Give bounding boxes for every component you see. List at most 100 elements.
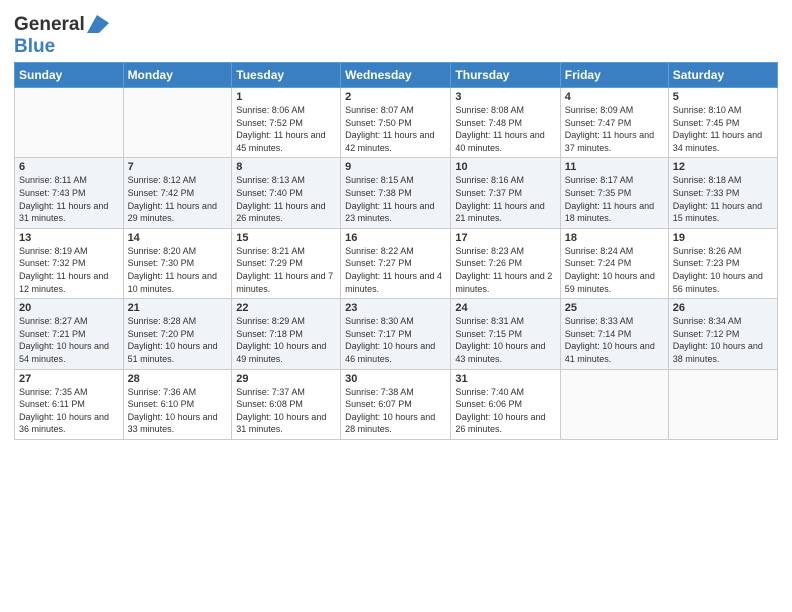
calendar-day-12: 12Sunrise: 8:18 AMSunset: 7:33 PMDayligh… [668,158,777,228]
calendar-week-row: 1Sunrise: 8:06 AMSunset: 7:52 PMDaylight… [15,88,778,158]
calendar-day-28: 28Sunrise: 7:36 AMSunset: 6:10 PMDayligh… [123,369,232,439]
day-number: 8 [236,161,336,173]
day-info: Sunrise: 7:37 AMSunset: 6:08 PMDaylight:… [236,386,336,436]
day-info: Sunrise: 8:33 AMSunset: 7:14 PMDaylight:… [565,315,664,365]
weekday-header-friday: Friday [560,63,668,88]
weekday-header-wednesday: Wednesday [341,63,451,88]
day-info: Sunrise: 8:31 AMSunset: 7:15 PMDaylight:… [455,315,555,365]
day-number: 4 [565,91,664,103]
day-info: Sunrise: 8:10 AMSunset: 7:45 PMDaylight:… [673,104,773,154]
calendar-empty-cell [668,369,777,439]
day-number: 24 [455,302,555,314]
day-number: 14 [128,232,228,244]
calendar-day-1: 1Sunrise: 8:06 AMSunset: 7:52 PMDaylight… [232,88,341,158]
day-info: Sunrise: 8:06 AMSunset: 7:52 PMDaylight:… [236,104,336,154]
day-info: Sunrise: 8:18 AMSunset: 7:33 PMDaylight:… [673,174,773,224]
day-info: Sunrise: 8:23 AMSunset: 7:26 PMDaylight:… [455,245,555,295]
calendar-day-11: 11Sunrise: 8:17 AMSunset: 7:35 PMDayligh… [560,158,668,228]
calendar-day-13: 13Sunrise: 8:19 AMSunset: 7:32 PMDayligh… [15,228,124,298]
calendar-empty-cell [123,88,232,158]
day-info: Sunrise: 8:15 AMSunset: 7:38 PMDaylight:… [345,174,446,224]
day-info: Sunrise: 8:08 AMSunset: 7:48 PMDaylight:… [455,104,555,154]
day-number: 7 [128,161,228,173]
calendar-day-24: 24Sunrise: 8:31 AMSunset: 7:15 PMDayligh… [451,299,560,369]
day-number: 12 [673,161,773,173]
header: General Blue [14,10,778,58]
day-number: 25 [565,302,664,314]
weekday-header-row: SundayMondayTuesdayWednesdayThursdayFrid… [15,63,778,88]
weekday-header-thursday: Thursday [451,63,560,88]
day-number: 5 [673,91,773,103]
weekday-header-monday: Monday [123,63,232,88]
calendar-day-19: 19Sunrise: 8:26 AMSunset: 7:23 PMDayligh… [668,228,777,298]
day-info: Sunrise: 8:22 AMSunset: 7:27 PMDaylight:… [345,245,446,295]
day-info: Sunrise: 8:29 AMSunset: 7:18 PMDaylight:… [236,315,336,365]
calendar-week-row: 6Sunrise: 8:11 AMSunset: 7:43 PMDaylight… [15,158,778,228]
calendar-day-15: 15Sunrise: 8:21 AMSunset: 7:29 PMDayligh… [232,228,341,298]
day-info: Sunrise: 8:26 AMSunset: 7:23 PMDaylight:… [673,245,773,295]
day-info: Sunrise: 8:07 AMSunset: 7:50 PMDaylight:… [345,104,446,154]
day-info: Sunrise: 8:13 AMSunset: 7:40 PMDaylight:… [236,174,336,224]
weekday-header-sunday: Sunday [15,63,124,88]
calendar-empty-cell [560,369,668,439]
logo-blue-text: Blue [14,36,55,57]
day-number: 20 [19,302,119,314]
day-number: 3 [455,91,555,103]
day-number: 1 [236,91,336,103]
day-info: Sunrise: 7:38 AMSunset: 6:07 PMDaylight:… [345,386,446,436]
day-number: 26 [673,302,773,314]
logo-general-text: General [14,14,85,36]
day-info: Sunrise: 8:16 AMSunset: 7:37 PMDaylight:… [455,174,555,224]
calendar-empty-cell [15,88,124,158]
day-number: 11 [565,161,664,173]
calendar-day-22: 22Sunrise: 8:29 AMSunset: 7:18 PMDayligh… [232,299,341,369]
calendar-day-2: 2Sunrise: 8:07 AMSunset: 7:50 PMDaylight… [341,88,451,158]
weekday-header-saturday: Saturday [668,63,777,88]
calendar-day-29: 29Sunrise: 7:37 AMSunset: 6:08 PMDayligh… [232,369,341,439]
calendar-day-21: 21Sunrise: 8:28 AMSunset: 7:20 PMDayligh… [123,299,232,369]
day-number: 6 [19,161,119,173]
calendar-day-9: 9Sunrise: 8:15 AMSunset: 7:38 PMDaylight… [341,158,451,228]
day-number: 16 [345,232,446,244]
day-number: 23 [345,302,446,314]
calendar-day-8: 8Sunrise: 8:13 AMSunset: 7:40 PMDaylight… [232,158,341,228]
calendar-day-3: 3Sunrise: 8:08 AMSunset: 7:48 PMDaylight… [451,88,560,158]
calendar-day-10: 10Sunrise: 8:16 AMSunset: 7:37 PMDayligh… [451,158,560,228]
day-number: 22 [236,302,336,314]
day-info: Sunrise: 8:20 AMSunset: 7:30 PMDaylight:… [128,245,228,295]
day-info: Sunrise: 8:24 AMSunset: 7:24 PMDaylight:… [565,245,664,295]
day-info: Sunrise: 8:19 AMSunset: 7:32 PMDaylight:… [19,245,119,295]
calendar-day-30: 30Sunrise: 7:38 AMSunset: 6:07 PMDayligh… [341,369,451,439]
calendar-table: SundayMondayTuesdayWednesdayThursdayFrid… [14,62,778,440]
day-number: 30 [345,373,446,385]
calendar-week-row: 20Sunrise: 8:27 AMSunset: 7:21 PMDayligh… [15,299,778,369]
calendar-day-18: 18Sunrise: 8:24 AMSunset: 7:24 PMDayligh… [560,228,668,298]
day-number: 28 [128,373,228,385]
day-info: Sunrise: 8:34 AMSunset: 7:12 PMDaylight:… [673,315,773,365]
calendar-week-row: 13Sunrise: 8:19 AMSunset: 7:32 PMDayligh… [15,228,778,298]
calendar-day-7: 7Sunrise: 8:12 AMSunset: 7:42 PMDaylight… [123,158,232,228]
day-number: 9 [345,161,446,173]
day-info: Sunrise: 8:27 AMSunset: 7:21 PMDaylight:… [19,315,119,365]
calendar-day-23: 23Sunrise: 8:30 AMSunset: 7:17 PMDayligh… [341,299,451,369]
day-number: 13 [19,232,119,244]
day-number: 18 [565,232,664,244]
day-number: 27 [19,373,119,385]
calendar-day-20: 20Sunrise: 8:27 AMSunset: 7:21 PMDayligh… [15,299,124,369]
calendar-day-27: 27Sunrise: 7:35 AMSunset: 6:11 PMDayligh… [15,369,124,439]
day-number: 31 [455,373,555,385]
day-number: 15 [236,232,336,244]
day-info: Sunrise: 8:17 AMSunset: 7:35 PMDaylight:… [565,174,664,224]
logo: General Blue [14,14,109,58]
calendar-day-31: 31Sunrise: 7:40 AMSunset: 6:06 PMDayligh… [451,369,560,439]
day-number: 21 [128,302,228,314]
calendar-day-25: 25Sunrise: 8:33 AMSunset: 7:14 PMDayligh… [560,299,668,369]
page: General Blue SundayMondayTuesdayWednesda… [0,0,792,612]
calendar-week-row: 27Sunrise: 7:35 AMSunset: 6:11 PMDayligh… [15,369,778,439]
weekday-header-tuesday: Tuesday [232,63,341,88]
calendar-day-14: 14Sunrise: 8:20 AMSunset: 7:30 PMDayligh… [123,228,232,298]
day-number: 29 [236,373,336,385]
day-number: 2 [345,91,446,103]
calendar-day-4: 4Sunrise: 8:09 AMSunset: 7:47 PMDaylight… [560,88,668,158]
day-number: 10 [455,161,555,173]
